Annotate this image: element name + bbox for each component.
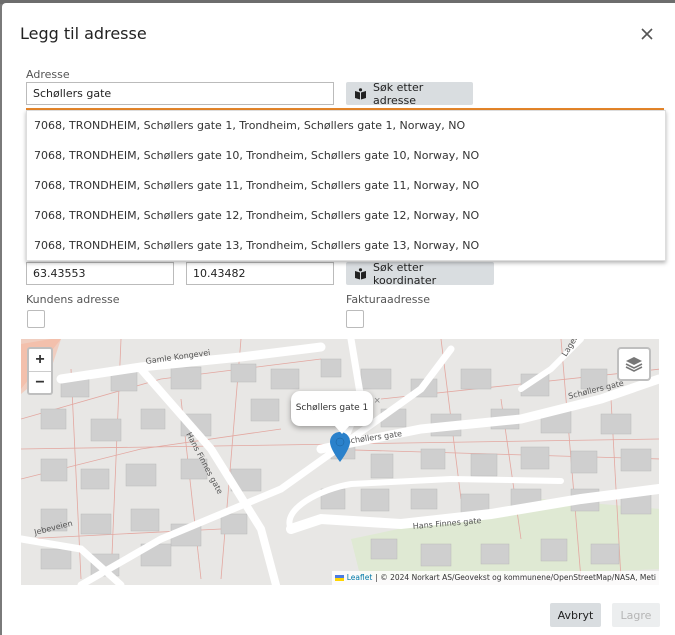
- search-coordinates-label: Søk etter koordinater: [373, 260, 437, 287]
- invoice-address-label: Fakturaadresse: [346, 293, 430, 306]
- close-icon[interactable]: [638, 25, 656, 43]
- book-icon: [355, 267, 366, 279]
- invoice-address-checkbox[interactable]: [346, 310, 364, 328]
- search-coordinates-button[interactable]: Søk etter koordinater: [346, 260, 494, 287]
- book-icon: [355, 87, 366, 99]
- zoom-control: + −: [27, 347, 53, 395]
- suggestion-item[interactable]: 7068, TRONDHEIM, Schøllers gate 13, Tron…: [27, 231, 665, 261]
- layers-button[interactable]: [617, 347, 651, 381]
- address-suggestions-dropdown: 7068, TRONDHEIM, Schøllers gate 1, Trond…: [26, 110, 666, 261]
- save-button[interactable]: Lagre: [612, 603, 660, 627]
- suggestion-item[interactable]: 7068, TRONDHEIM, Schøllers gate 1, Trond…: [27, 111, 665, 141]
- search-address-label: Søk etter adresse: [373, 80, 424, 107]
- customer-address-label: Kundens adresse: [26, 293, 120, 306]
- suggestion-item[interactable]: 7068, TRONDHEIM, Schøllers gate 10, Tron…: [27, 141, 665, 171]
- suggestion-item[interactable]: 7068, TRONDHEIM, Schøllers gate 12, Tron…: [27, 201, 665, 231]
- marker-popup: Schøllers gate 1: [291, 391, 373, 426]
- map-attribution: Leaflet | © 2024 Norkart AS/Geovekst og …: [331, 571, 659, 585]
- cancel-button[interactable]: Avbryt: [550, 603, 601, 627]
- map[interactable]: Gamle Kongevei Schøllers gate Schøllers …: [21, 339, 659, 585]
- attribution-text: | © 2024 Norkart AS/Geovekst og kommunen…: [375, 573, 656, 582]
- longitude-input[interactable]: 10.43482: [186, 262, 334, 285]
- address-input[interactable]: Schøllers gate: [26, 82, 334, 105]
- zoom-out-button[interactable]: −: [29, 371, 51, 393]
- popup-tip: [334, 425, 350, 434]
- popup-close-button[interactable]: ×: [374, 395, 380, 407]
- suggestion-item[interactable]: 7068, TRONDHEIM, Schøllers gate 11, Tron…: [27, 171, 665, 201]
- map-tiles: Gamle Kongevei Schøllers gate Schøllers …: [21, 339, 659, 585]
- search-address-button[interactable]: Søk etter adresse: [346, 80, 473, 107]
- dialog-title: Legg til adresse: [20, 24, 147, 43]
- add-address-dialog: Legg til adresse Adresse Schøllers gate …: [2, 3, 675, 635]
- map-marker-icon[interactable]: [330, 432, 350, 462]
- leaflet-link[interactable]: Leaflet: [347, 571, 373, 585]
- zoom-in-button[interactable]: +: [29, 349, 51, 371]
- customer-address-checkbox[interactable]: [27, 310, 45, 328]
- popup-text: Schøllers gate 1: [295, 403, 369, 413]
- ukraine-flag-icon: [334, 575, 344, 581]
- address-label: Adresse: [26, 68, 70, 81]
- layers-icon: [625, 357, 643, 372]
- latitude-input[interactable]: 63.43553: [26, 262, 174, 285]
